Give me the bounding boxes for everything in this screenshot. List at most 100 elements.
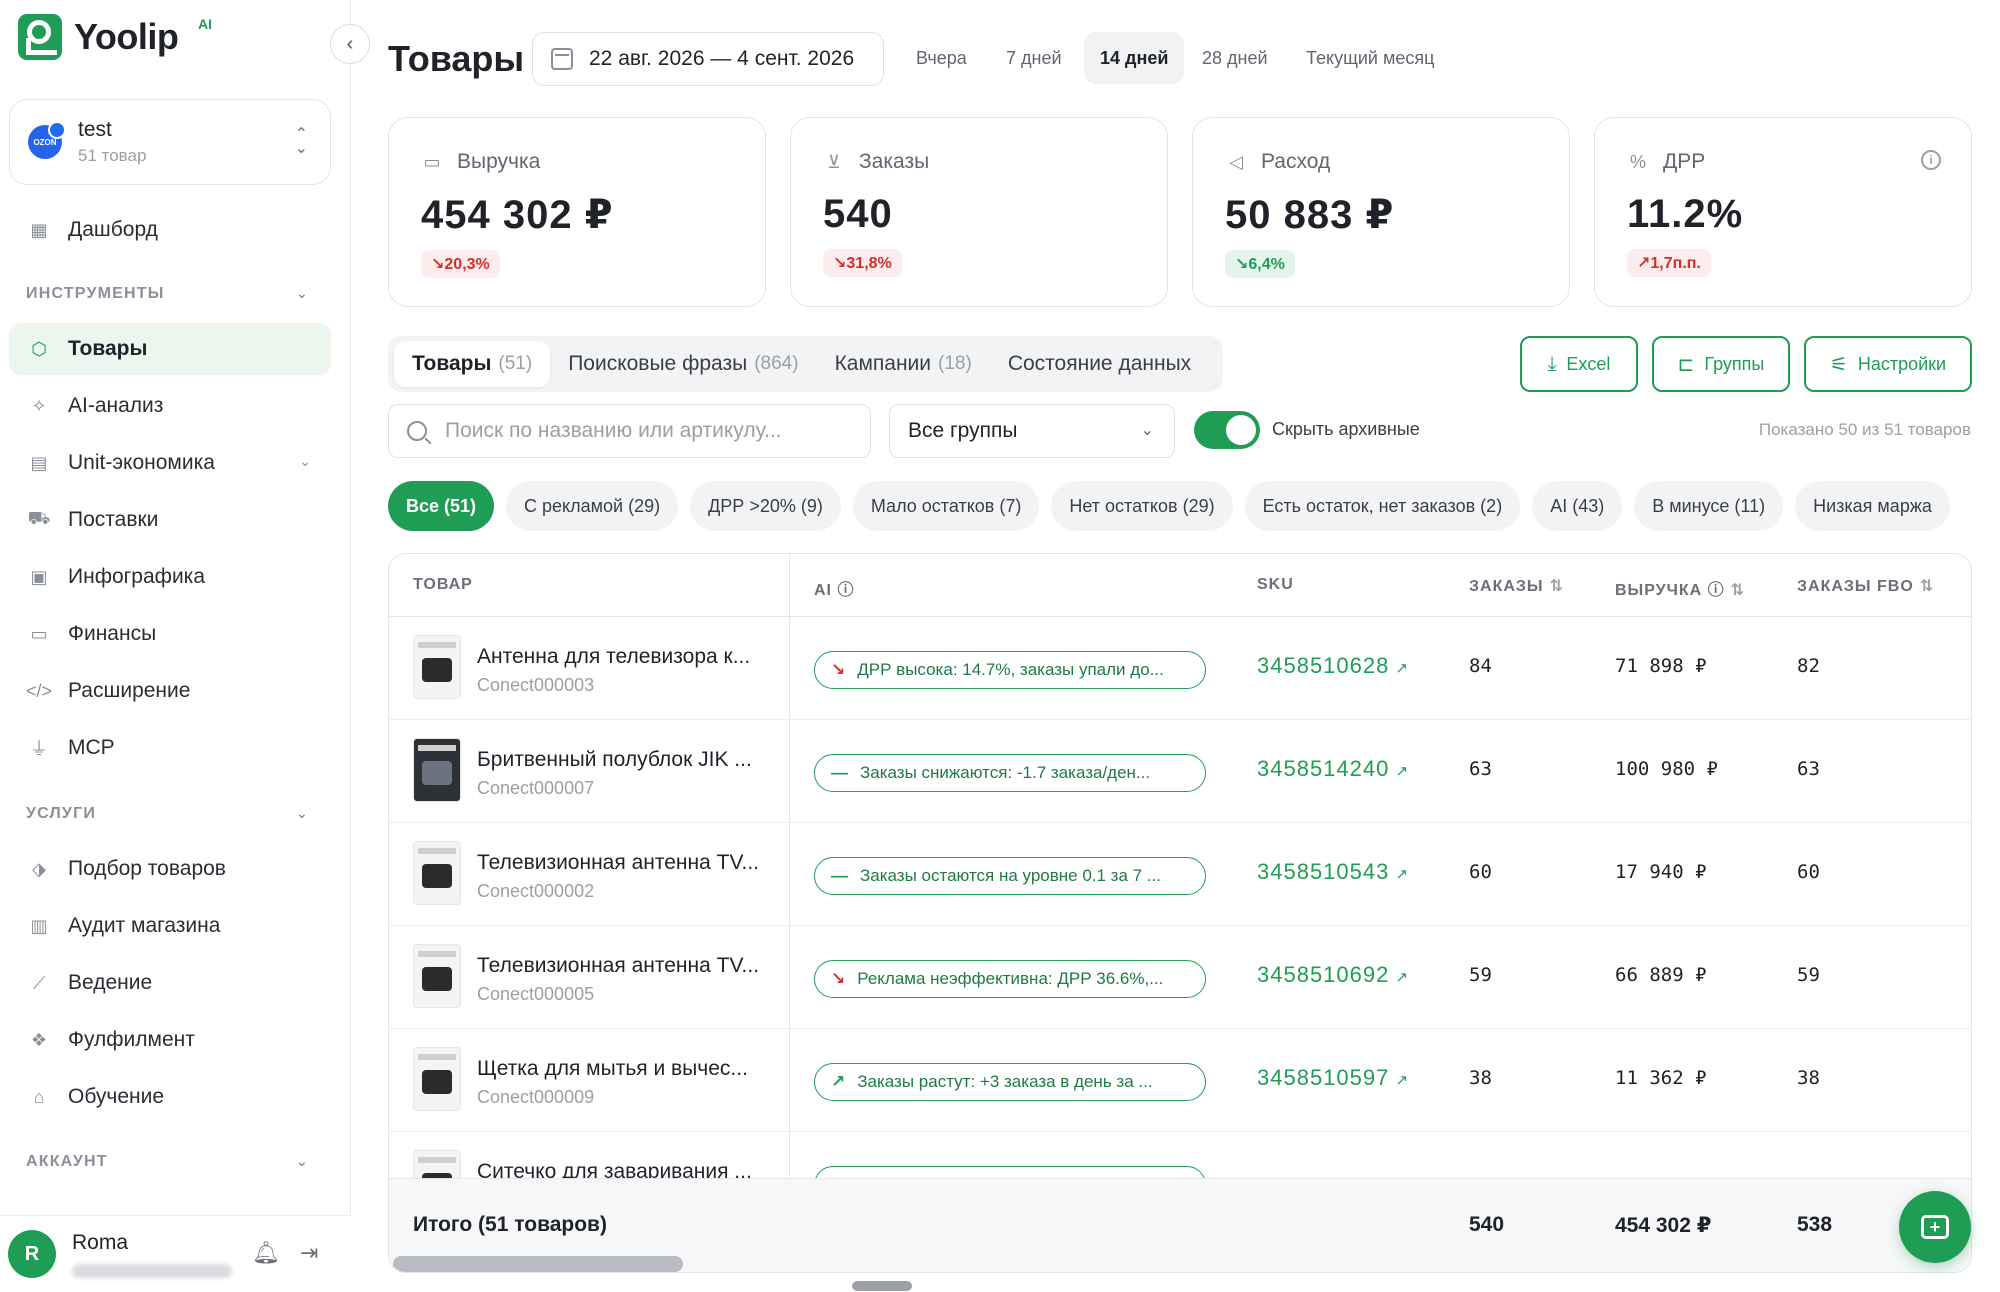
sidebar-item-store-audit[interactable]: ▥ Аудит магазина xyxy=(9,900,331,952)
user-profile[interactable]: R Roma 🔔︎ ⇥ xyxy=(0,1215,351,1292)
tab-products[interactable]: Товары (51) xyxy=(394,341,551,387)
sidebar-item-management[interactable]: ⟋ Ведение xyxy=(9,957,331,1009)
truck-icon: ⛟ xyxy=(27,508,51,528)
tab-label: Кампании xyxy=(834,352,932,375)
sku-link[interactable]: 3458510628 ↗ xyxy=(1257,653,1409,679)
product-name[interactable]: Телевизионная антенна TV... xyxy=(477,954,767,978)
ai-insight-pill[interactable]: — Заказы остаются на уровне 0.1 за 7 ... xyxy=(814,857,1206,895)
section-services-header[interactable]: УСЛУГИ ⌄ xyxy=(26,805,308,823)
orders-value: 38 xyxy=(1469,1067,1492,1089)
bottom-scroll-handle[interactable] xyxy=(852,1281,912,1291)
button-label: Excel xyxy=(1566,353,1611,374)
sidebar-item-products[interactable]: ⬡ Товары xyxy=(9,323,331,375)
sidebar-item-mcp[interactable]: ⏚ MCP xyxy=(9,722,331,774)
product-name[interactable]: Щетка для мытья и вычес... xyxy=(477,1057,767,1081)
table-row[interactable]: Телевизионная антенна TV... Conect000002… xyxy=(389,823,1971,926)
product-article: Conect000002 xyxy=(477,881,595,901)
table-row[interactable]: Антенна для телевизора к... Conect000003… xyxy=(389,617,1971,720)
chip-ai[interactable]: AI (43) xyxy=(1532,481,1623,531)
header-label: ВЫРУЧКА xyxy=(1615,582,1703,599)
tab-data-status[interactable]: Состояние данных xyxy=(990,341,1209,387)
kpi-delta-badge: ↘20,3% xyxy=(421,250,500,278)
chip-all[interactable]: Все (51) xyxy=(388,481,495,531)
brand-ai-tag: AI xyxy=(198,16,212,32)
date-range-picker[interactable]: 22 авг. 2026 — 4 сент. 2026 xyxy=(532,32,884,86)
hide-archived-toggle[interactable] xyxy=(1194,411,1260,449)
col-ai-header[interactable]: AI ⓘ xyxy=(814,576,854,600)
period-14-days[interactable]: 14 дней xyxy=(1084,32,1185,84)
logout-icon[interactable]: ⇥ xyxy=(300,1240,318,1266)
col-product-header[interactable]: ТОВАР xyxy=(413,576,473,594)
sidebar-item-training[interactable]: ⌂ Обучение xyxy=(9,1071,331,1123)
sku-link[interactable]: 3458510692 ↗ xyxy=(1257,962,1409,988)
sidebar-item-unit-economics[interactable]: ▤ Unit-экономика ⌄ xyxy=(9,437,331,489)
sidebar-item-label: Дашборд xyxy=(68,218,158,241)
product-name[interactable]: Антенна для телевизора к... xyxy=(477,645,767,669)
revenue-value: 71 898 ₽ xyxy=(1615,655,1707,677)
col-sku-header[interactable]: SKU xyxy=(1257,576,1294,594)
chip-low-margin[interactable]: Низкая маржа xyxy=(1795,481,1950,531)
bell-icon[interactable]: 🔔︎ xyxy=(252,1240,280,1266)
chevron-down-icon: ⌄ xyxy=(296,285,309,301)
ai-insight-pill[interactable]: ↘ Реклама неэффективна: ДРР 36.6%,... xyxy=(814,960,1206,998)
orders-fbo-value: 38 xyxy=(1797,1067,1820,1089)
period-yesterday[interactable]: Вчера xyxy=(900,32,983,84)
sidebar-item-supplies[interactable]: ⛟ Поставки xyxy=(9,494,331,546)
sidebar-item-label: Фулфилмент xyxy=(68,1028,195,1051)
period-current-month[interactable]: Текущий месяц xyxy=(1290,32,1450,84)
shop-info: test 51 товар xyxy=(78,118,146,166)
sidebar-item-extension[interactable]: </> Расширение xyxy=(9,665,331,717)
chip-drr-over-20[interactable]: ДРР >20% (9) xyxy=(690,481,841,531)
col-revenue-header[interactable]: ВЫРУЧКА ⓘ ⇅ xyxy=(1615,576,1745,600)
table-row[interactable]: Телевизионная антенна TV... Conect000005… xyxy=(389,926,1971,1029)
tab-campaigns[interactable]: Кампании (18) xyxy=(817,341,990,387)
ai-insight-pill[interactable]: ↗ Заказы растут: +3 заказа в день за ... xyxy=(814,1063,1206,1101)
chip-in-minus[interactable]: В минусе (11) xyxy=(1634,481,1784,531)
chip-no-stock[interactable]: Нет остатков (29) xyxy=(1051,481,1233,531)
ai-insight-pill[interactable]: — Заказы снижаются: -1.7 заказа/ден... xyxy=(814,754,1206,792)
sidebar-item-fulfillment[interactable]: ❖ Фулфилмент xyxy=(9,1014,331,1066)
group-select[interactable]: Все группы ⌄ xyxy=(889,404,1175,458)
sidebar-item-dashboard[interactable]: ▦ Дашборд xyxy=(9,204,331,256)
chip-stock-no-orders[interactable]: Есть остаток, нет заказов (2) xyxy=(1244,481,1521,531)
tab-search-phrases[interactable]: Поисковые фразы (864) xyxy=(550,341,816,387)
period-28-days[interactable]: 28 дней xyxy=(1186,32,1284,84)
groups-button[interactable]: ⊏ Группы xyxy=(1652,336,1790,392)
info-icon: ⓘ xyxy=(837,582,855,599)
content-tabs: Товары (51) Поисковые фразы (864) Кампании… xyxy=(388,336,1223,392)
product-name[interactable]: Телевизионная антенна TV... xyxy=(477,851,767,875)
sidebar-item-infographics[interactable]: ▣ Инфографика xyxy=(9,551,331,603)
trend-flat-icon: — xyxy=(831,763,848,782)
sidebar-item-ai-analysis[interactable]: ✧ AI-анализ xyxy=(9,380,331,432)
sku-link[interactable]: 3458510597 ↗ xyxy=(1257,1065,1409,1091)
brand-logo[interactable]: Yoolip AI xyxy=(18,14,212,60)
button-label: Настройки xyxy=(1857,353,1947,374)
section-tools-header[interactable]: ИНСТРУМЕНТЫ ⌄ xyxy=(26,285,308,303)
chevron-left-icon: ‹ xyxy=(346,32,354,55)
sort-icon: ⇅ xyxy=(1730,582,1746,599)
ai-insight-pill[interactable]: ↘ ДРР высока: 14.7%, заказы упали до... xyxy=(814,651,1206,689)
search-input[interactable] xyxy=(445,419,845,443)
sku-link[interactable]: 3458510543 ↗ xyxy=(1257,859,1409,885)
sidebar-item-label: MCP xyxy=(68,736,115,759)
chip-with-ads[interactable]: С рекламой (29) xyxy=(506,481,679,531)
table-row[interactable]: Щетка для мытья и вычес... Conect000009 … xyxy=(389,1029,1971,1132)
excel-export-button[interactable]: ⤓ Excel xyxy=(1520,336,1638,392)
chip-low-stock[interactable]: Мало остатков (7) xyxy=(852,481,1040,531)
collapse-sidebar-button[interactable]: ‹ xyxy=(330,24,370,64)
sidebar-item-finance[interactable]: ▭ Финансы xyxy=(9,608,331,660)
horizontal-scrollbar[interactable] xyxy=(393,1256,683,1272)
revenue-value: 17 940 ₽ xyxy=(1615,861,1707,883)
sku-link[interactable]: 3458514240 ↗ xyxy=(1257,756,1409,782)
info-icon[interactable]: i xyxy=(1921,150,1941,170)
table-row[interactable]: Бритвенный полублок JIK ... Conect000007… xyxy=(389,720,1971,823)
section-account-header[interactable]: АККАУНТ ⌄ xyxy=(26,1153,308,1171)
shop-switcher[interactable]: OZON test 51 товар ⌃ ⌄ xyxy=(9,99,331,185)
sidebar-item-product-selection[interactable]: ⬗ Подбор товаров xyxy=(9,843,331,895)
settings-button[interactable]: ⚟ Настройки xyxy=(1804,336,1972,392)
product-name[interactable]: Бритвенный полублок JIK ... xyxy=(477,748,767,772)
chat-support-button[interactable]: + xyxy=(1899,1191,1971,1263)
col-orders-header[interactable]: ЗАКАЗЫ ⇅ xyxy=(1469,576,1564,596)
period-7-days[interactable]: 7 дней xyxy=(990,32,1078,84)
col-orders-fbo-header[interactable]: ЗАКАЗЫ FBO ⇅ xyxy=(1797,576,1934,596)
